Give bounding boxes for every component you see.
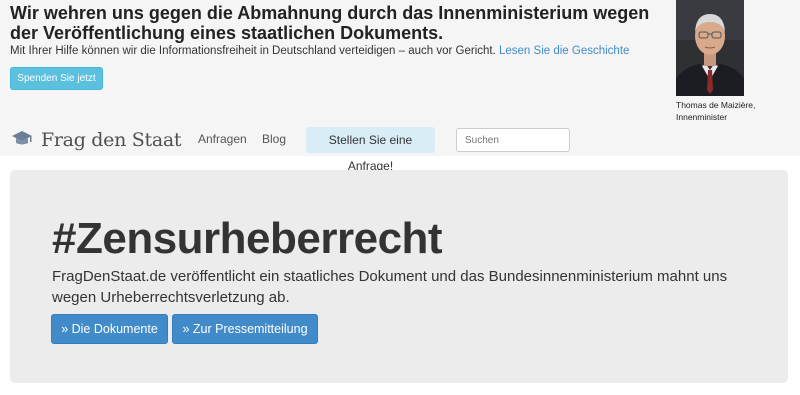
new-request-button[interactable]: Stellen Sie eine Anfrage! <box>306 127 435 173</box>
hero-title: #Zensurheberrecht <box>52 214 443 263</box>
photo-caption: Thomas de Maizière, Innenminister <box>676 99 755 123</box>
minister-photo <box>676 0 744 96</box>
hero-text: FragDenStaat.de veröffentlicht ein staat… <box>52 268 728 306</box>
banner-title: Wir wehren uns gegen die Abmahnung durch… <box>10 3 650 43</box>
banner-description: Mit Ihrer Hilfe können wir die Informati… <box>10 45 496 57</box>
press-release-button[interactable]: » Zur Pressemitteilung <box>172 314 318 344</box>
donate-button[interactable]: Spenden Sie jetzt <box>10 67 103 90</box>
photo-caption-name: Thomas de Maizière, <box>676 100 756 110</box>
nav-link-blog[interactable]: Blog <box>262 132 286 146</box>
search-input[interactable] <box>456 128 570 152</box>
read-story-link[interactable]: Lesen Sie die Geschichte <box>499 45 629 57</box>
brand-logo-icon[interactable] <box>11 130 33 151</box>
banner-text: Mit Ihrer Hilfe können wir die Informati… <box>10 45 629 57</box>
brand-name[interactable]: Frag den Staat <box>41 129 182 151</box>
nav-link-anfragen[interactable]: Anfragen <box>198 132 247 146</box>
documents-button[interactable]: » Die Dokumente <box>51 314 168 344</box>
photo-caption-role: Innenminister <box>676 112 728 122</box>
